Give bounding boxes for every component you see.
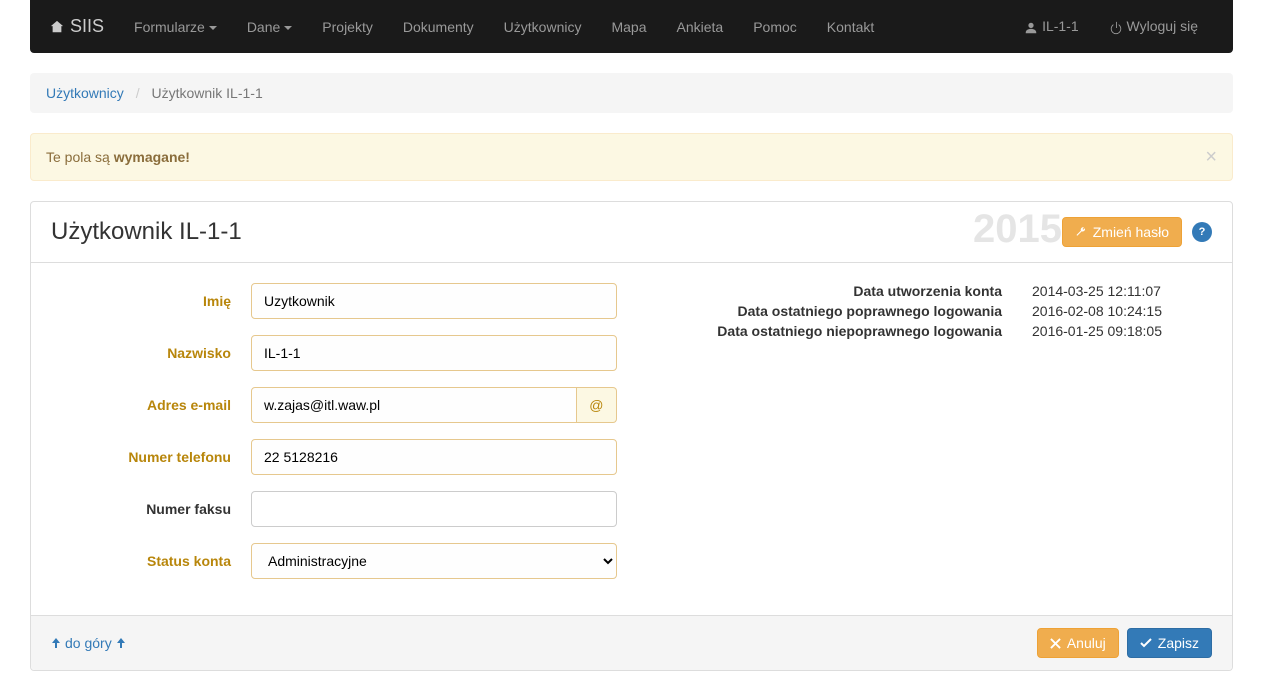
form-group-status: Status konta Administracyjne [51, 543, 617, 579]
home-icon [50, 20, 64, 34]
label-faks: Numer faksu [51, 501, 251, 517]
input-email[interactable] [251, 387, 577, 423]
breadcrumb-parent[interactable]: Użytkownicy [46, 85, 124, 101]
nav-user[interactable]: IL-1-1 [1024, 18, 1078, 34]
nav-formularze[interactable]: Formularze [134, 19, 217, 35]
label-status: Status konta [51, 553, 251, 569]
help-icon[interactable]: ? [1192, 222, 1212, 242]
arrow-up-icon [116, 638, 126, 648]
form-group-nazwisko: Nazwisko [51, 335, 617, 371]
user-icon [1024, 21, 1038, 35]
info-column: Data utworzenia konta 2014-03-25 12:11:0… [647, 283, 1213, 595]
info-label: Data ostatniego poprawnego logowania [647, 303, 1033, 319]
info-row-last-success: Data ostatniego poprawnego logowania 201… [647, 303, 1213, 319]
form-group-email: Adres e-mail @ [51, 387, 617, 423]
nav-uzytkownicy[interactable]: Użytkownicy [504, 19, 582, 35]
to-top-link[interactable]: do góry [51, 635, 126, 651]
alert-required: Te pola są wymagane! × [30, 133, 1233, 181]
input-nazwisko[interactable] [251, 335, 617, 371]
info-value: 2016-02-08 10:24:15 [1032, 303, 1212, 319]
chevron-down-icon [209, 26, 217, 30]
check-icon [1140, 637, 1152, 649]
change-password-button[interactable]: Zmień hasło [1062, 217, 1182, 247]
nav-menu: Formularze Dane Projekty Dokumenty Użytk… [119, 19, 1009, 35]
x-icon [1050, 638, 1061, 649]
breadcrumb-current: Użytkownik IL-1-1 [151, 85, 262, 101]
brand-text: SIIS [70, 16, 104, 37]
label-imie: Imię [51, 293, 251, 309]
nav-kontakt[interactable]: Kontakt [827, 19, 874, 35]
label-telefon: Numer telefonu [51, 449, 251, 465]
input-telefon[interactable] [251, 439, 617, 475]
breadcrumb-separator: / [136, 85, 140, 101]
cancel-button[interactable]: Anuluj [1037, 628, 1119, 658]
nav-dane[interactable]: Dane [247, 19, 292, 35]
year-watermark: 2015 [973, 207, 1062, 252]
nav-pomoc[interactable]: Pomoc [753, 19, 797, 35]
label-email: Adres e-mail [51, 397, 251, 413]
info-value: 2014-03-25 12:11:07 [1032, 283, 1212, 299]
panel-body: Imię Nazwisko Adres e-mail [31, 263, 1232, 615]
alert-text: Te pola są [46, 149, 114, 165]
label-nazwisko: Nazwisko [51, 345, 251, 361]
close-icon: × [1205, 146, 1217, 168]
alert-strong: wymagane! [114, 149, 190, 165]
form-group-imie: Imię [51, 283, 617, 319]
info-value: 2016-01-25 09:18:05 [1032, 323, 1212, 339]
form-group-faks: Numer faksu [51, 491, 617, 527]
info-row-created: Data utworzenia konta 2014-03-25 12:11:0… [647, 283, 1213, 299]
page-title: Użytkownik IL-1-1 [51, 218, 242, 246]
navbar: SIIS Formularze Dane Projekty Dokumenty … [30, 0, 1233, 53]
input-imie[interactable] [251, 283, 617, 319]
nav-right: IL-1-1 Wyloguj się [1009, 18, 1213, 34]
nav-logout[interactable]: Wyloguj się [1109, 18, 1198, 34]
brand-link[interactable]: SIIS [50, 16, 104, 37]
alert-close-button[interactable]: × [1205, 146, 1217, 169]
email-addon: @ [577, 387, 616, 423]
nav-mapa[interactable]: Mapa [611, 19, 646, 35]
info-label: Data utworzenia konta [647, 283, 1033, 299]
select-status[interactable]: Administracyjne [251, 543, 617, 579]
nav-ankieta[interactable]: Ankieta [677, 19, 724, 35]
info-label: Data ostatniego niepoprawnego logowania [647, 323, 1033, 339]
arrow-up-icon [51, 638, 61, 648]
user-panel: Użytkownik IL-1-1 2015 Zmień hasło ? Imi… [30, 201, 1233, 671]
panel-heading: Użytkownik IL-1-1 2015 Zmień hasło ? [31, 202, 1232, 263]
breadcrumb: Użytkownicy / Użytkownik IL-1-1 [30, 73, 1233, 113]
form-group-telefon: Numer telefonu [51, 439, 617, 475]
input-faks[interactable] [251, 491, 617, 527]
nav-dokumenty[interactable]: Dokumenty [403, 19, 474, 35]
form-column: Imię Nazwisko Adres e-mail [51, 283, 617, 595]
info-row-last-fail: Data ostatniego niepoprawnego logowania … [647, 323, 1213, 339]
chevron-down-icon [284, 26, 292, 30]
power-icon [1109, 21, 1123, 35]
panel-footer: do góry Anuluj Zapisz [31, 615, 1232, 670]
nav-projekty[interactable]: Projekty [322, 19, 373, 35]
save-button[interactable]: Zapisz [1127, 628, 1212, 658]
wrench-icon [1075, 226, 1087, 238]
